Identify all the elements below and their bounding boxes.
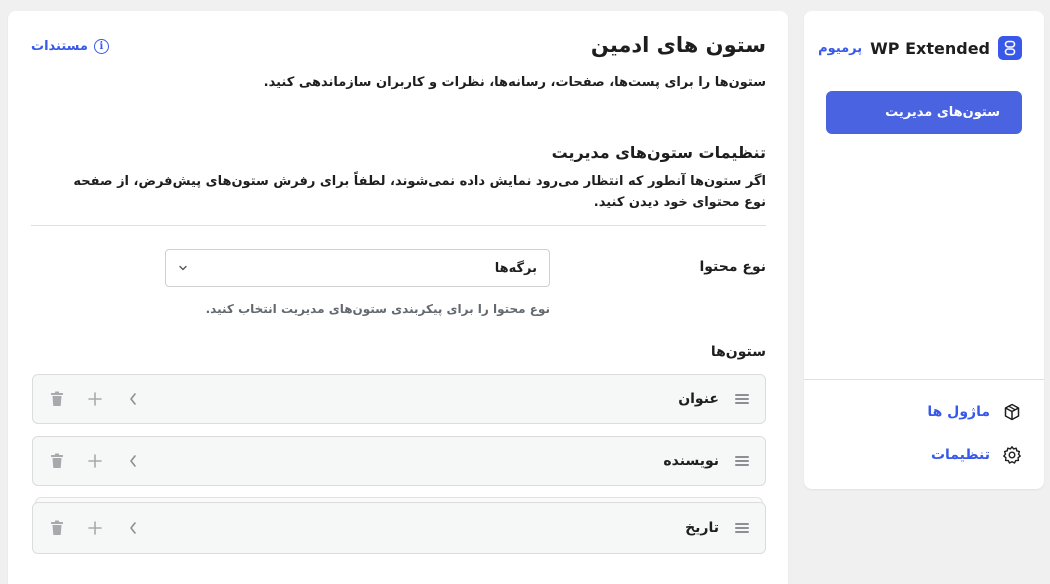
content-type-help: نوع محتوا را برای پیکربندی ستون‌های مدیر… xyxy=(205,302,550,316)
row-actions xyxy=(47,389,143,409)
chevron-left-icon[interactable] xyxy=(123,389,143,409)
content-type-label: نوع محتوا xyxy=(699,259,766,275)
sidebar: WP Extended پرمیوم ستون‌های مدیریت ماژول… xyxy=(804,11,1044,489)
drag-handle-icon[interactable] xyxy=(735,394,749,404)
column-name: عنوان xyxy=(678,391,719,407)
trash-icon[interactable] xyxy=(47,451,67,471)
drag-handle-icon[interactable] xyxy=(735,523,749,533)
content-type-selected: برگه‌ها xyxy=(494,260,537,276)
brand: WP Extended پرمیوم xyxy=(818,36,1022,60)
chevron-down-icon xyxy=(179,265,187,271)
sidebar-item-settings-label: تنظیمات xyxy=(930,447,990,463)
main-panel: ستون های ادمین i مستندات ستون‌ها را برای… xyxy=(8,11,788,584)
columns-label: ستون‌ها xyxy=(710,344,766,360)
docs-link[interactable]: i مستندات xyxy=(31,39,109,54)
sidebar-item-modules[interactable]: ماژول ها xyxy=(927,402,1022,422)
drag-handle-icon[interactable] xyxy=(735,456,749,466)
settings-title: تنظیمات ستون‌های مدیریت xyxy=(551,143,766,162)
brand-name: WP Extended xyxy=(870,38,990,58)
page-title: ستون های ادمین xyxy=(590,33,766,57)
column-row[interactable]: نویسنده xyxy=(32,436,766,486)
plus-icon[interactable] xyxy=(85,389,105,409)
column-row[interactable]: تاریخ xyxy=(32,502,766,554)
sidebar-divider xyxy=(804,379,1044,380)
info-icon: i xyxy=(93,39,109,54)
divider xyxy=(31,225,766,226)
wp-extended-logo-icon xyxy=(998,36,1022,60)
plus-icon[interactable] xyxy=(85,451,105,471)
content-type-select[interactable]: برگه‌ها xyxy=(165,249,550,287)
sidebar-item-settings[interactable]: تنظیمات xyxy=(931,445,1022,465)
row-actions xyxy=(47,518,143,538)
page-description: ستون‌ها را برای پست‌ها، صفحات، رسانه‌ها،… xyxy=(263,75,766,90)
column-name: نویسنده xyxy=(663,453,719,469)
docs-link-label: مستندات xyxy=(31,39,88,54)
gear-icon xyxy=(1003,446,1021,464)
cube-icon xyxy=(1004,403,1020,421)
sidebar-item-modules-label: ماژول ها xyxy=(927,404,990,420)
chevron-left-icon[interactable] xyxy=(123,451,143,471)
plus-icon[interactable] xyxy=(85,518,105,538)
chevron-left-icon[interactable] xyxy=(123,518,143,538)
premium-badge: پرمیوم xyxy=(818,40,863,56)
sidebar-item-admin-columns[interactable]: ستون‌های مدیریت xyxy=(826,91,1022,134)
settings-description: اگر ستون‌ها آنطور که انتظار می‌رود نمایش… xyxy=(73,174,766,210)
column-name: تاریخ xyxy=(685,520,719,536)
trash-icon[interactable] xyxy=(47,389,67,409)
trash-icon[interactable] xyxy=(47,518,67,538)
row-actions xyxy=(47,451,143,471)
column-row[interactable]: عنوان xyxy=(32,374,766,424)
